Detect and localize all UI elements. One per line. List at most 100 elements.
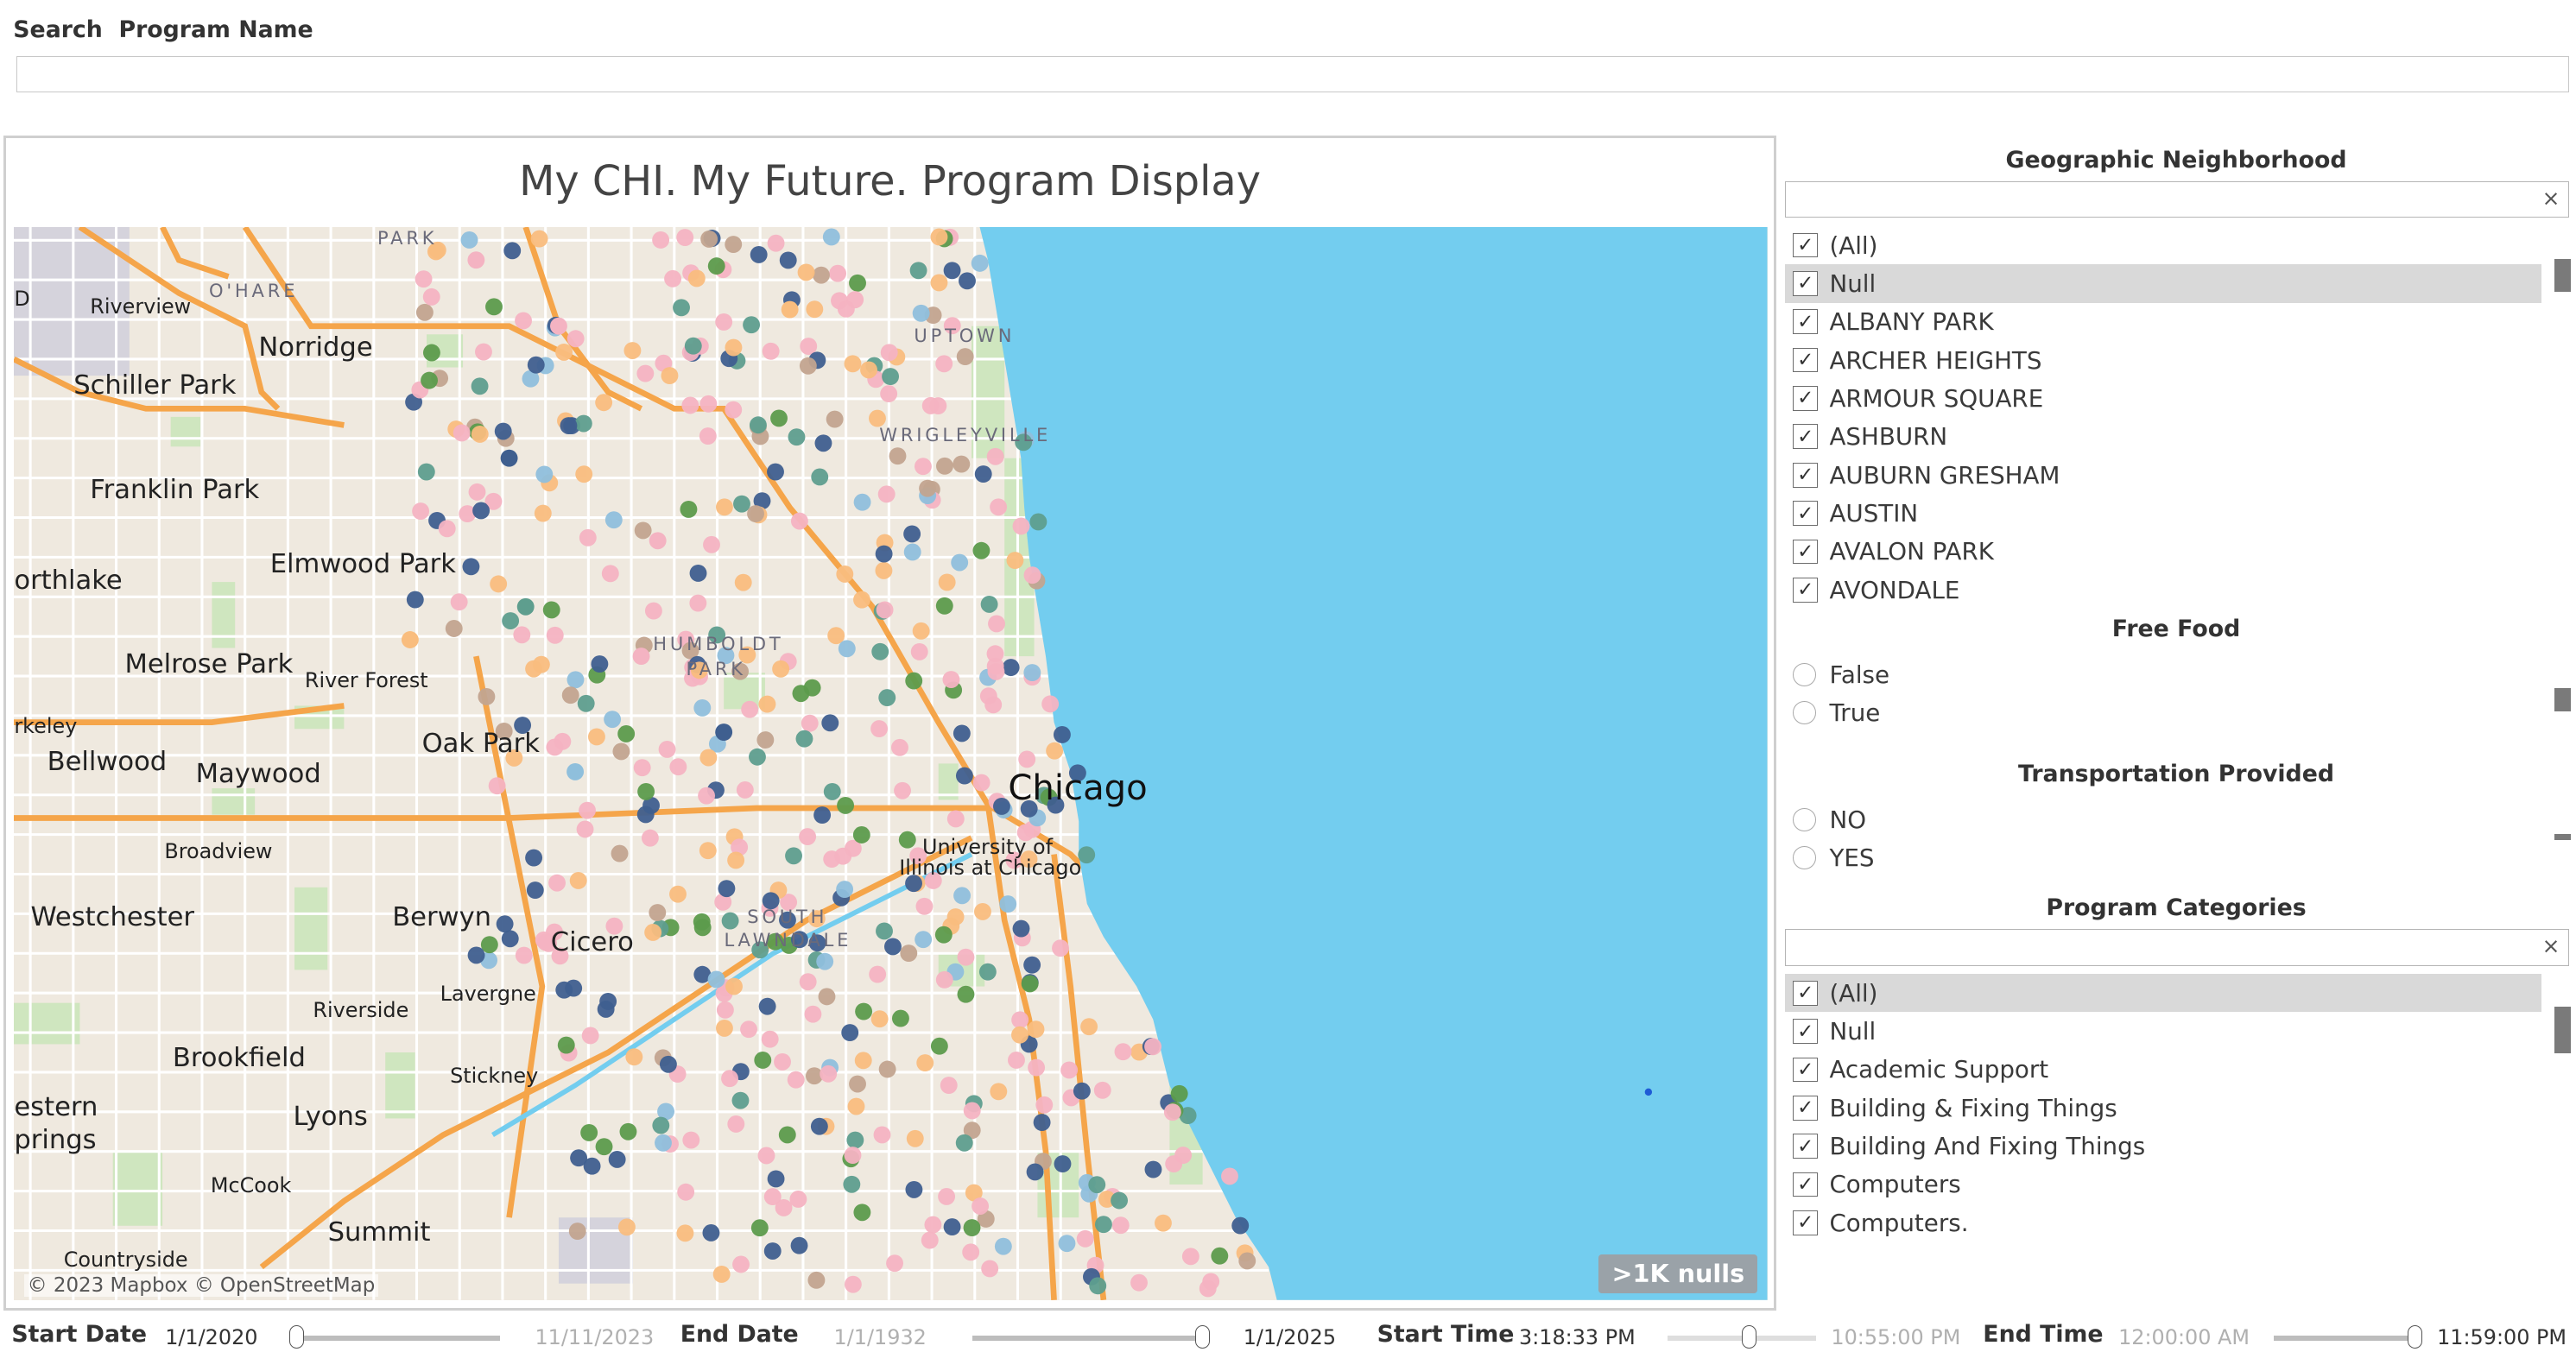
program-location-dot[interactable] xyxy=(740,1020,758,1039)
program-location-dot[interactable] xyxy=(943,262,961,280)
program-location-dot[interactable] xyxy=(1144,1038,1162,1056)
program-location-dot[interactable] xyxy=(478,688,496,705)
program-location-dot[interactable] xyxy=(875,561,893,579)
program-location-dot[interactable] xyxy=(788,1071,806,1089)
filter-checkbox-item[interactable]: ✓ AVONDALE xyxy=(1785,571,2541,603)
program-location-dot[interactable] xyxy=(905,1180,923,1198)
program-location-dot[interactable] xyxy=(953,724,972,742)
program-location-dot[interactable] xyxy=(981,595,998,613)
filter-checkbox-item[interactable]: ✓ ARCHER HEIGHTS xyxy=(1785,341,2541,379)
radio-button[interactable] xyxy=(1793,662,1817,686)
program-location-dot[interactable] xyxy=(565,979,583,997)
program-location-dot[interactable] xyxy=(834,847,852,865)
program-location-dot[interactable] xyxy=(1165,1155,1183,1173)
program-location-dot[interactable] xyxy=(717,1001,735,1019)
nulls-indicator[interactable]: >1K nulls xyxy=(1598,1254,1758,1294)
program-location-dot[interactable] xyxy=(956,767,974,785)
program-location-dot[interactable] xyxy=(609,1150,626,1168)
program-location-dot[interactable] xyxy=(767,234,785,252)
checkbox[interactable]: ✓ xyxy=(1793,386,1819,411)
program-location-dot[interactable] xyxy=(1046,742,1064,760)
program-location-dot[interactable] xyxy=(407,591,425,609)
program-location-dot[interactable] xyxy=(921,1231,940,1249)
program-location-dot[interactable] xyxy=(725,236,743,254)
program-location-dot[interactable] xyxy=(718,880,736,898)
end-time-slider-handle[interactable] xyxy=(2407,1325,2422,1349)
scrollbar-thumb[interactable] xyxy=(2554,259,2571,293)
program-location-dot[interactable] xyxy=(707,970,725,989)
program-location-dot[interactable] xyxy=(871,1010,889,1028)
program-location-dot[interactable] xyxy=(943,1218,961,1236)
program-location-dot[interactable] xyxy=(579,528,598,547)
program-location-dot[interactable] xyxy=(800,357,818,375)
filter-checkbox-item[interactable]: ✓ AUSTIN xyxy=(1785,494,2541,532)
program-location-dot[interactable] xyxy=(566,671,585,689)
program-location-dot[interactable] xyxy=(1060,1061,1079,1079)
program-location-dot[interactable] xyxy=(682,1131,700,1149)
program-location-dot[interactable] xyxy=(843,1175,861,1193)
start-time-slider-handle[interactable] xyxy=(1742,1325,1757,1349)
program-location-dot[interactable] xyxy=(566,763,585,780)
program-location-dot[interactable] xyxy=(658,741,676,758)
program-location-dot[interactable] xyxy=(669,885,687,903)
program-location-dot[interactable] xyxy=(645,602,663,620)
program-location-dot[interactable] xyxy=(847,1097,865,1115)
program-location-dot[interactable] xyxy=(935,355,953,373)
transportation-filter-list[interactable]: NO YES xyxy=(1785,800,2574,876)
program-location-dot[interactable] xyxy=(1164,1103,1182,1121)
program-location-dot[interactable] xyxy=(876,601,894,619)
program-location-dot[interactable] xyxy=(823,228,841,246)
program-location-dot[interactable] xyxy=(644,924,662,941)
program-location-dot[interactable] xyxy=(661,367,679,385)
program-location-dot[interactable] xyxy=(999,895,1017,913)
program-location-dot[interactable] xyxy=(757,1147,775,1165)
program-location-dot[interactable] xyxy=(849,1075,867,1093)
program-location-dot[interactable] xyxy=(513,626,531,644)
program-location-dot[interactable] xyxy=(475,343,493,361)
program-location-dot[interactable] xyxy=(468,483,486,501)
program-location-dot[interactable] xyxy=(1035,1096,1054,1114)
program-location-dot[interactable] xyxy=(758,695,776,713)
filter-checkbox-item[interactable]: ✓ Computers. xyxy=(1785,1204,2541,1241)
program-location-dot[interactable] xyxy=(555,344,573,361)
program-location-dot[interactable] xyxy=(853,493,871,511)
program-location-dot[interactable] xyxy=(1054,1155,1072,1173)
program-location-dot[interactable] xyxy=(1018,750,1036,768)
program-location-dot[interactable] xyxy=(1041,695,1060,713)
scrollbar-thumb[interactable] xyxy=(2554,688,2571,712)
program-location-dot[interactable] xyxy=(416,303,434,321)
program-location-dot[interactable] xyxy=(543,601,561,619)
neighborhood-filter-list[interactable]: ✓ (All) ✓ Null ✓ ALBANY PARK ✓ ARCHER HEIGHTS ✓ A… xyxy=(1784,226,2574,603)
program-location-dot[interactable] xyxy=(962,1243,980,1261)
program-location-dot[interactable] xyxy=(892,1009,910,1027)
checkbox[interactable]: ✓ xyxy=(1793,1095,1819,1121)
program-location-dot[interactable] xyxy=(816,952,834,970)
program-location-dot[interactable] xyxy=(737,781,755,799)
program-location-dot[interactable] xyxy=(844,355,862,373)
program-location-dot[interactable] xyxy=(879,1060,896,1078)
checkbox[interactable]: ✓ xyxy=(1793,309,1819,335)
program-location-dot[interactable] xyxy=(913,622,930,640)
program-location-dot[interactable] xyxy=(797,263,815,281)
program-location-dot[interactable] xyxy=(780,251,798,269)
program-location-dot[interactable] xyxy=(1012,919,1030,938)
filter-radio-item[interactable]: True xyxy=(1785,693,2541,731)
neighborhood-search-input[interactable]: × xyxy=(1784,181,2570,218)
program-location-dot[interactable] xyxy=(881,344,899,362)
program-location-dot[interactable] xyxy=(974,902,992,920)
program-location-dot[interactable] xyxy=(1027,1020,1045,1039)
program-location-dot[interactable] xyxy=(807,1271,826,1289)
program-location-dot[interactable] xyxy=(502,612,520,629)
program-location-dot[interactable] xyxy=(849,274,867,292)
program-location-dot[interactable] xyxy=(664,269,682,287)
program-location-dot[interactable] xyxy=(929,397,947,415)
program-location-dot[interactable] xyxy=(759,997,776,1015)
program-location-dot[interactable] xyxy=(693,913,712,931)
program-location-dot[interactable] xyxy=(1080,1018,1098,1036)
radio-button[interactable] xyxy=(1793,808,1817,831)
program-location-dot[interactable] xyxy=(652,1116,670,1134)
filter-checkbox-item[interactable]: ✓ AVALON PARK xyxy=(1785,533,2541,571)
program-location-dot[interactable] xyxy=(713,1266,731,1283)
program-location-dot[interactable] xyxy=(813,266,831,284)
program-location-dot[interactable] xyxy=(1011,1011,1029,1029)
